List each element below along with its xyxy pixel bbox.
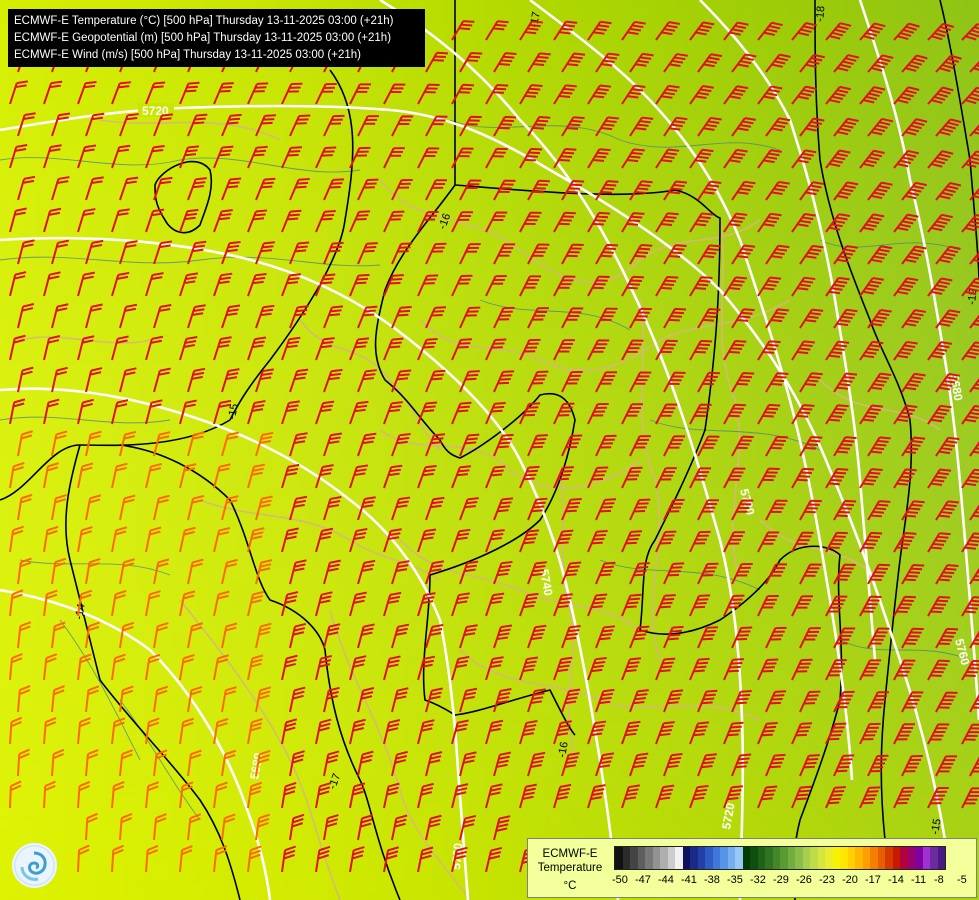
legend-swatch <box>772 847 780 869</box>
legend-swatch <box>720 847 728 869</box>
legend-swatch <box>907 847 915 869</box>
legend-swatch <box>930 847 938 869</box>
legend-tick-label: -50 <box>612 874 628 886</box>
legend-tick-label: -29 <box>773 874 789 886</box>
ecmwf-logo-icon <box>12 843 57 888</box>
legend-swatch <box>795 847 803 869</box>
legend-tick-label: -35 <box>727 874 743 886</box>
isotherm-label: -18 <box>814 5 827 22</box>
legend-title-line2: Temperature <box>537 862 603 874</box>
legend-swatch <box>757 847 765 869</box>
legend-title: ECMWF-E Temperature <box>532 847 608 875</box>
legend-tick-label: -17 <box>865 874 881 886</box>
legend-swatch <box>705 847 713 869</box>
legend-swatch <box>885 847 893 869</box>
legend-tick-label: -11 <box>911 874 927 886</box>
legend-swatch <box>652 847 660 869</box>
legend-swatch <box>727 847 735 869</box>
legend-swatch <box>847 847 855 869</box>
legend-swatch <box>660 847 668 869</box>
legend-tick-label: -41 <box>681 874 697 886</box>
legend-unit: °C <box>563 880 577 892</box>
legend-swatch <box>915 847 923 869</box>
legend-swatch <box>630 847 638 869</box>
legend-swatch <box>817 847 825 869</box>
legend-swatch <box>937 847 945 869</box>
legend-swatch <box>877 847 885 869</box>
legend-swatch <box>802 847 810 869</box>
legend-tick-label: -5 <box>957 874 967 886</box>
legend-swatch <box>697 847 705 869</box>
temperature-legend: ECMWF-E Temperature °C -50 -47 -44 -41 -38 -3… <box>527 838 977 898</box>
temperature-title: ECMWF-E Temperature (°C) [500 hPa] Thurs… <box>14 15 394 27</box>
legend-swatch <box>840 847 848 869</box>
legend-swatch <box>615 847 623 869</box>
legend-color-bar <box>614 846 946 870</box>
legend-swatch <box>810 847 818 869</box>
legend-tick-label: -14 <box>888 874 904 886</box>
legend-swatch <box>855 847 863 869</box>
legend-tick-label: -23 <box>819 874 835 886</box>
legend-swatch <box>742 847 750 869</box>
legend-swatch <box>780 847 788 869</box>
legend-swatch <box>667 847 675 869</box>
legend-swatch <box>862 847 870 869</box>
legend-tick-label: -44 <box>658 874 674 886</box>
geopotential-title: ECMWF-E Geopotential (m) [500 hPa] Thurs… <box>14 32 392 44</box>
legend-swatch <box>892 847 900 869</box>
legend-swatch <box>645 847 653 869</box>
legend-swatch <box>675 847 683 869</box>
legend-tick-label: -38 <box>704 874 720 886</box>
legend-swatch <box>712 847 720 869</box>
legend-swatch <box>765 847 773 869</box>
legend-swatch <box>750 847 758 869</box>
legend-swatch <box>622 847 630 869</box>
legend-title-line1: ECMWF-E <box>542 848 598 860</box>
legend-swatch <box>787 847 795 869</box>
legend-swatch <box>637 847 645 869</box>
legend-tick-label: -47 <box>635 874 651 886</box>
wind-title: ECMWF-E Wind (m/s) [500 hPa] Thursday 13… <box>14 49 361 61</box>
legend-swatch <box>832 847 840 869</box>
legend-swatch <box>922 847 930 869</box>
map-title-box: ECMWF-E Temperature (°C) [500 hPa] Thurs… <box>8 9 425 67</box>
legend-tick-label: -26 <box>796 874 812 886</box>
legend-swatch <box>870 847 878 869</box>
weather-map[interactable]: 5720 5740 5760 5700 5680 5720 5760 5680 … <box>0 0 979 900</box>
legend-swatch <box>690 847 698 869</box>
legend-swatch <box>900 847 908 869</box>
legend-swatch <box>735 847 743 869</box>
legend-swatch <box>682 847 690 869</box>
legend-swatch <box>825 847 833 869</box>
legend-tick-label: -20 <box>842 874 858 886</box>
legend-ticks: -50 -47 -44 -41 -38 -35 -32 -29 -26 -23 -20 -17 -14-… <box>612 874 979 886</box>
legend-tick-label: -8 <box>934 874 944 886</box>
legend-tick-label: -32 <box>750 874 766 886</box>
